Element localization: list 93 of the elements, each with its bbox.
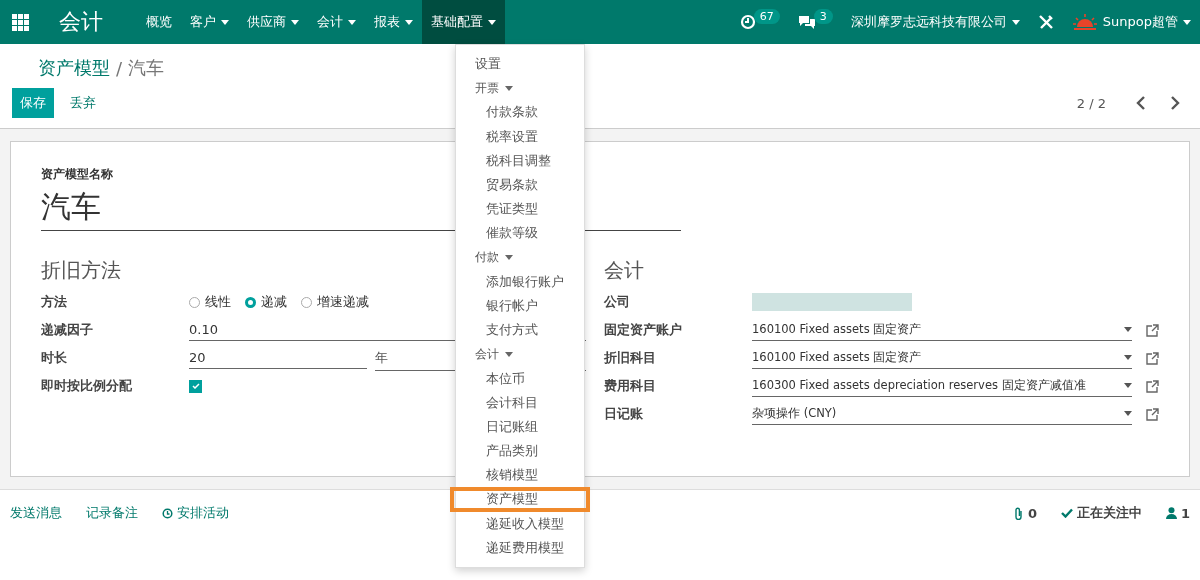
external-link-icon[interactable] — [1146, 379, 1159, 393]
checkmark-icon — [191, 383, 200, 389]
select-field[interactable]: 160100 Fixed assets 固定资产 — [752, 319, 1132, 341]
field-label: 递减因子 — [41, 321, 94, 339]
dropdown-item[interactable]: 本位币 — [456, 366, 584, 391]
grid-icon — [12, 13, 29, 31]
radio-option[interactable]: 增速递减 — [301, 293, 369, 311]
nav-menu-item[interactable]: 概览 — [137, 0, 181, 44]
user-menu[interactable]: Sunpop超管 — [1062, 0, 1200, 44]
radio-button[interactable] — [245, 296, 256, 308]
tools-icon — [1037, 14, 1054, 30]
select-field[interactable]: 160100 Fixed assets 固定资产 — [752, 347, 1132, 369]
nav-menu-item[interactable]: 会计 — [308, 0, 365, 44]
select-field[interactable]: 杂项操作 (CNY) — [752, 403, 1132, 425]
dropdown-section-header[interactable]: 付款 — [456, 245, 584, 270]
dropdown-item[interactable]: 银行帐户 — [456, 293, 584, 319]
external-link-icon[interactable] — [1146, 323, 1159, 337]
caret-icon — [221, 19, 229, 25]
nav-menu-item[interactable]: 供应商 — [238, 0, 308, 44]
select-field[interactable]: 160300 Fixed assets depreciation reserves 固定资产减值准 — [752, 375, 1132, 397]
breadcrumb-current: 汽车 — [128, 56, 165, 80]
dropdown-section-header[interactable]: 开票 — [456, 76, 584, 101]
radio-option[interactable]: 线性 — [189, 293, 231, 311]
dropdown-item[interactable]: 递延费用模型 — [456, 535, 584, 560]
company-switcher[interactable]: 深圳摩罗志远科技有限公司 — [841, 0, 1029, 44]
followers-button[interactable]: 1 — [1165, 505, 1190, 521]
dropdown-item[interactable]: 凭证类型 — [456, 197, 584, 222]
chat-bubbles-icon — [797, 14, 816, 30]
discard-button[interactable]: 丢弃 — [62, 88, 104, 118]
external-link-icon[interactable] — [1146, 407, 1159, 421]
caret-icon — [505, 351, 513, 357]
app-title: 会计 — [58, 8, 104, 36]
caret-icon — [291, 19, 299, 25]
field-label: 折旧科目 — [604, 349, 657, 367]
attachments-button[interactable]: 0 — [1013, 505, 1037, 521]
paperclip-icon — [1013, 506, 1024, 520]
dropdown-item[interactable]: 产品类别 — [456, 439, 584, 464]
messages-button[interactable]: 3 — [788, 0, 842, 44]
dropdown-item[interactable]: 添加银行账户 — [456, 269, 584, 294]
dropdown-item[interactable]: 会计科目 — [456, 390, 584, 415]
send-message-link[interactable]: 发送消息 — [10, 504, 62, 522]
field-label: 日记账 — [604, 405, 644, 423]
highlighted-menu-item[interactable]: 资产模型 — [450, 487, 590, 512]
caret-icon — [1124, 355, 1132, 360]
group-title: 折旧方法 — [41, 257, 121, 284]
dropdown-section-header[interactable]: 会计 — [456, 342, 584, 367]
dropdown-item[interactable]: 设置 — [456, 52, 584, 77]
dropdown-item[interactable]: 支付方式 — [456, 318, 584, 343]
nav-menu-item[interactable]: 客户 — [181, 0, 238, 44]
nav-menu-item[interactable]: 基础配置 — [422, 0, 505, 44]
person-icon — [1165, 507, 1177, 519]
caret-icon — [1124, 411, 1132, 416]
checkbox[interactable] — [189, 379, 202, 393]
caret-icon — [1124, 383, 1132, 388]
next-icon[interactable] — [1170, 96, 1180, 110]
field-label: 费用科目 — [604, 377, 657, 395]
dropdown-item[interactable]: 税率设置 — [456, 124, 584, 149]
sun-logo-icon — [1071, 14, 1098, 30]
dropdown-item[interactable]: 付款条款 — [456, 100, 584, 125]
dropdown-item[interactable]: 日记账组 — [456, 414, 584, 439]
schedule-activity-link[interactable]: 安排活动 — [162, 504, 229, 522]
breadcrumb-link[interactable]: 资产模型 — [38, 56, 110, 80]
breadcrumb-separator: / — [116, 57, 123, 79]
dropdown-item[interactable]: 递延收入模型 — [456, 511, 584, 536]
activities-button[interactable]: 67 — [730, 0, 789, 44]
caret-icon — [505, 255, 513, 261]
caret-icon — [1183, 19, 1191, 25]
caret-icon — [488, 19, 496, 25]
group-title: 会计 — [604, 257, 644, 284]
field-label: 方法 — [41, 293, 68, 311]
caret-icon — [1124, 327, 1132, 332]
caret-icon — [1011, 19, 1020, 25]
checkmark-icon — [1060, 508, 1073, 518]
dropdown-item[interactable]: 核销模型 — [456, 463, 584, 488]
field-label: 公司 — [604, 293, 631, 311]
caret-icon — [348, 19, 356, 25]
following-button[interactable]: 正在关注中 — [1060, 504, 1142, 522]
previous-icon[interactable] — [1136, 96, 1146, 110]
log-note-link[interactable]: 记录备注 — [86, 504, 138, 522]
field-label: 时长 — [41, 349, 68, 367]
dropdown-item[interactable]: 税科目调整 — [456, 148, 584, 173]
external-link-icon[interactable] — [1146, 351, 1159, 365]
field-label: 固定资产账户 — [604, 321, 683, 339]
clock-icon — [739, 14, 756, 30]
field-label: 资产模型名称 — [41, 166, 114, 183]
nav-menu-item[interactable]: 报表 — [365, 0, 422, 44]
input-field[interactable]: 20 — [189, 347, 367, 369]
pager-counter: 2 / 2 — [1076, 95, 1106, 111]
caret-icon — [405, 19, 413, 25]
field-label: 即时按比例分配 — [41, 377, 133, 395]
clock-icon — [162, 507, 173, 519]
caret-icon — [505, 85, 513, 91]
radio-option[interactable]: 递减 — [245, 293, 287, 311]
